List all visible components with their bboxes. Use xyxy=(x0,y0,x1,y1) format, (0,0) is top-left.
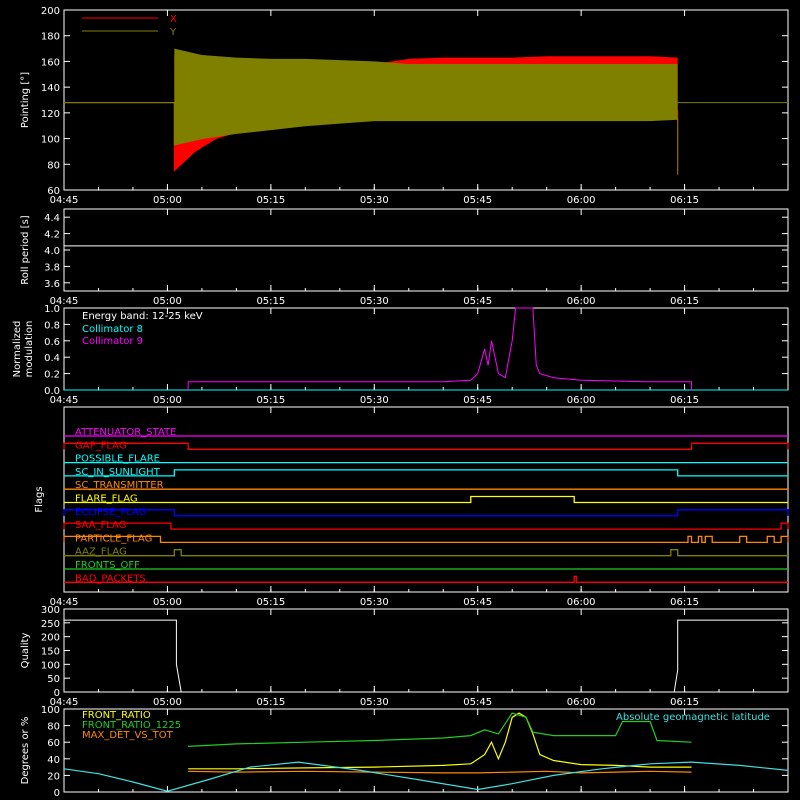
y-tick-label: 50 xyxy=(47,674,60,685)
y-tick-label: 180 xyxy=(41,32,60,43)
time-tick-label: 05:00 xyxy=(153,395,182,406)
y-tick-label: 120 xyxy=(41,109,60,120)
y-tick-label: 4.0 xyxy=(44,246,60,257)
time-tick-label: 05:30 xyxy=(360,296,389,307)
time-tick-label: 06:00 xyxy=(567,597,596,608)
time-tick-label: 05:45 xyxy=(463,395,492,406)
y-axis-label: Degrees or % xyxy=(20,717,31,785)
legend-label: MAX_DET_VS_TOT xyxy=(82,730,174,741)
y-tick-label: 140 xyxy=(41,83,60,94)
y-axis-label: Flags xyxy=(34,486,45,512)
y-tick-label: 60 xyxy=(47,186,60,197)
y-tick-label: 200 xyxy=(41,6,60,17)
time-tick-label: 06:15 xyxy=(670,195,699,206)
y-axis-label: Pointing [°] xyxy=(20,72,31,128)
time-tick-label: 05:15 xyxy=(256,296,285,307)
flag-line-eclipse-flag xyxy=(63,509,789,517)
time-tick-label: 05:00 xyxy=(153,697,182,708)
flag-label: SAA_FLAG xyxy=(75,520,126,531)
time-tick-label: 05:00 xyxy=(153,195,182,206)
time-tick-label: 05:30 xyxy=(360,195,389,206)
summary-plot: 04:45 05:00 05:15 05:30 05:45 06:00 06:15 60 80 1… xyxy=(0,0,800,800)
y-tick-label: 0.0 xyxy=(44,386,60,397)
time-tick-label: 05:15 xyxy=(256,697,285,708)
time-tick-label: 06:00 xyxy=(567,395,596,406)
y-tick-label: 100 xyxy=(41,135,60,146)
flag-line-bad-packets xyxy=(64,575,788,583)
legend-label: Collimator 9 xyxy=(82,336,143,347)
y-tick-label: 0 xyxy=(54,788,60,799)
y-tick-label: 0 xyxy=(54,688,60,699)
time-tick-label: 06:15 xyxy=(670,296,699,307)
y-tick-label: 0.2 xyxy=(44,370,60,381)
y-tick-label: 300 xyxy=(41,605,60,616)
legend-label: X xyxy=(170,14,177,25)
time-tick-label: 05:45 xyxy=(463,296,492,307)
time-tick-label: 06:00 xyxy=(567,195,596,206)
y-tick-label: 0.8 xyxy=(44,320,60,331)
y-tick-label: 100 xyxy=(41,660,60,671)
y-tick-label: 80 xyxy=(47,722,60,733)
y-axis-label-line1: Normalized xyxy=(12,321,23,378)
time-tick-label: 05:15 xyxy=(256,395,285,406)
y-tick-label: 80 xyxy=(47,160,60,171)
time-tick-label: 05:00 xyxy=(153,597,182,608)
time-tick-label: 05:15 xyxy=(256,597,285,608)
modulation-line-1 xyxy=(187,307,692,390)
energy-band-annotation: Energy band: 12-25 keV xyxy=(82,311,203,322)
flag-label: GAP_FLAG xyxy=(75,440,127,451)
chart-canvas: 04:45 05:00 05:15 05:30 05:45 06:00 06:1560801… xyxy=(12,6,789,799)
y-tick-label: 160 xyxy=(41,57,60,68)
ratio-line-3 xyxy=(63,761,789,792)
y-tick-label: 40 xyxy=(47,755,60,766)
flag-line-sc-in-sunlight xyxy=(64,469,788,477)
y-axis-label: Quality xyxy=(20,633,31,669)
flag-label: PARTICLE_FLAG xyxy=(75,533,152,544)
time-tick-label: 06:15 xyxy=(670,697,699,708)
time-tick-label: 05:45 xyxy=(463,195,492,206)
flag-line-saa-flag xyxy=(63,522,789,530)
flag-line-flare-flag xyxy=(64,495,788,504)
time-tick-label: 06:15 xyxy=(670,597,699,608)
time-tick-label: 06:15 xyxy=(670,395,699,406)
ratio-line-2 xyxy=(188,770,692,774)
flag-label: ECLIPSE_FLAG xyxy=(75,507,146,518)
y-tick-label: 3.8 xyxy=(44,262,60,273)
time-tick-label: 06:00 xyxy=(567,697,596,708)
legend-label: Y xyxy=(169,27,177,38)
y-tick-label: 100 xyxy=(41,705,60,716)
y-axis-label: Roll period [s] xyxy=(20,215,31,284)
y-tick-label: 150 xyxy=(41,647,60,658)
flag-line-particle-flag xyxy=(63,535,789,544)
y-tick-label: 4.4 xyxy=(44,213,60,224)
y-tick-label: 60 xyxy=(47,738,60,749)
y-tick-label: 250 xyxy=(41,619,60,630)
y-tick-label: 3.6 xyxy=(44,279,60,290)
legend-label: Collimator 8 xyxy=(82,324,143,335)
time-tick-label: 05:45 xyxy=(463,597,492,608)
time-tick-label: 05:30 xyxy=(360,395,389,406)
time-tick-label: 05:30 xyxy=(360,597,389,608)
time-tick-label: 05:45 xyxy=(463,697,492,708)
flag-line-aaz-flag xyxy=(64,549,788,557)
y-axis-label-line2: modulation xyxy=(24,321,35,378)
time-tick-label: 05:15 xyxy=(256,195,285,206)
panel-frame-4 xyxy=(63,608,789,693)
panel-frame-1 xyxy=(63,208,789,292)
time-tick-label: 06:00 xyxy=(567,296,596,307)
quality-line xyxy=(64,619,788,693)
y-tick-label: 0.4 xyxy=(44,353,60,364)
flag-line-gap-flag xyxy=(63,442,789,450)
time-tick-label: 05:30 xyxy=(360,697,389,708)
y-tick-label: 200 xyxy=(41,633,60,644)
y-tick-label: 20 xyxy=(47,771,60,782)
y-tick-label: 4.2 xyxy=(44,230,60,241)
time-tick-label: 05:00 xyxy=(153,296,182,307)
y-tick-label: 1.0 xyxy=(44,304,60,315)
geomagnetic-latitude-label: Absolute geomagnetic latitude xyxy=(616,712,770,723)
y-tick-label: 0.6 xyxy=(44,337,60,348)
